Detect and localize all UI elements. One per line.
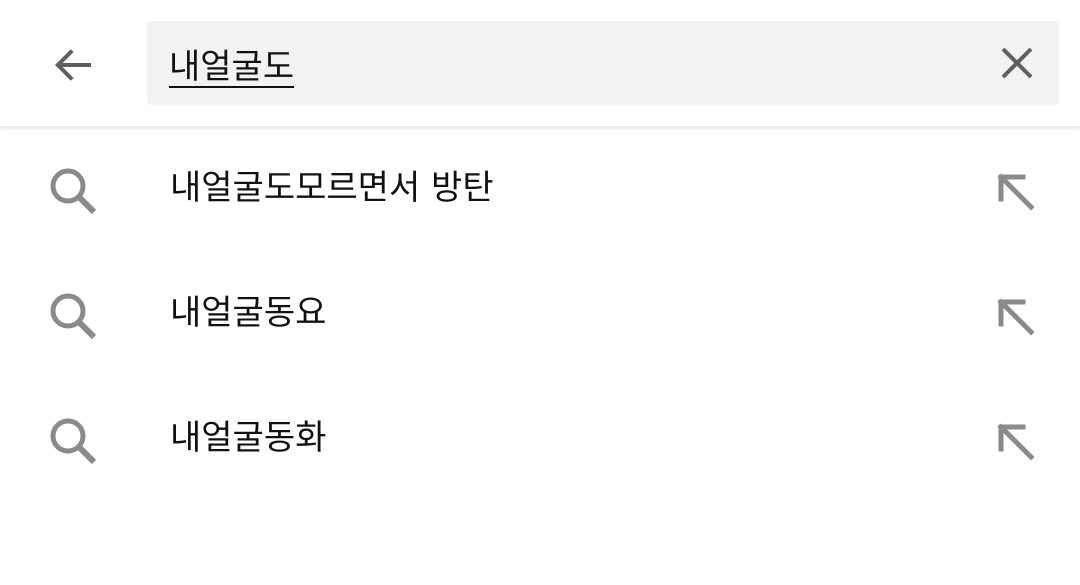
suggestion-list: 내얼굴도모르면서 방탄 내얼굴동요 내얼굴동화 — [0, 126, 1080, 501]
arrow-up-left-icon — [997, 298, 1035, 336]
suggestion-text: 내얼굴동요 — [170, 293, 327, 333]
search-icon — [50, 418, 97, 465]
suggestion-item[interactable]: 내얼굴도모르면서 방탄 — [0, 126, 1080, 251]
clear-search-button[interactable] — [995, 41, 1039, 85]
suggestion-item[interactable]: 내얼굴동화 — [0, 376, 1080, 501]
back-button[interactable] — [42, 34, 104, 96]
suggestion-item[interactable]: 내얼굴동요 — [0, 251, 1080, 376]
close-icon — [1001, 47, 1033, 79]
suggestion-text: 내얼굴동화 — [170, 418, 327, 458]
search-icon — [50, 293, 97, 340]
arrow-up-left-icon — [997, 423, 1035, 461]
search-header — [0, 0, 1080, 126]
fill-query-button[interactable] — [992, 293, 1038, 339]
fill-query-button[interactable] — [992, 418, 1038, 464]
search-box — [147, 21, 1059, 105]
suggestion-text: 내얼굴도모르면서 방탄 — [170, 168, 494, 208]
fill-query-button[interactable] — [992, 168, 1038, 214]
search-icon — [50, 168, 97, 215]
arrow-up-left-icon — [997, 173, 1035, 211]
search-input[interactable] — [169, 21, 969, 105]
arrow-left-icon — [55, 49, 91, 81]
